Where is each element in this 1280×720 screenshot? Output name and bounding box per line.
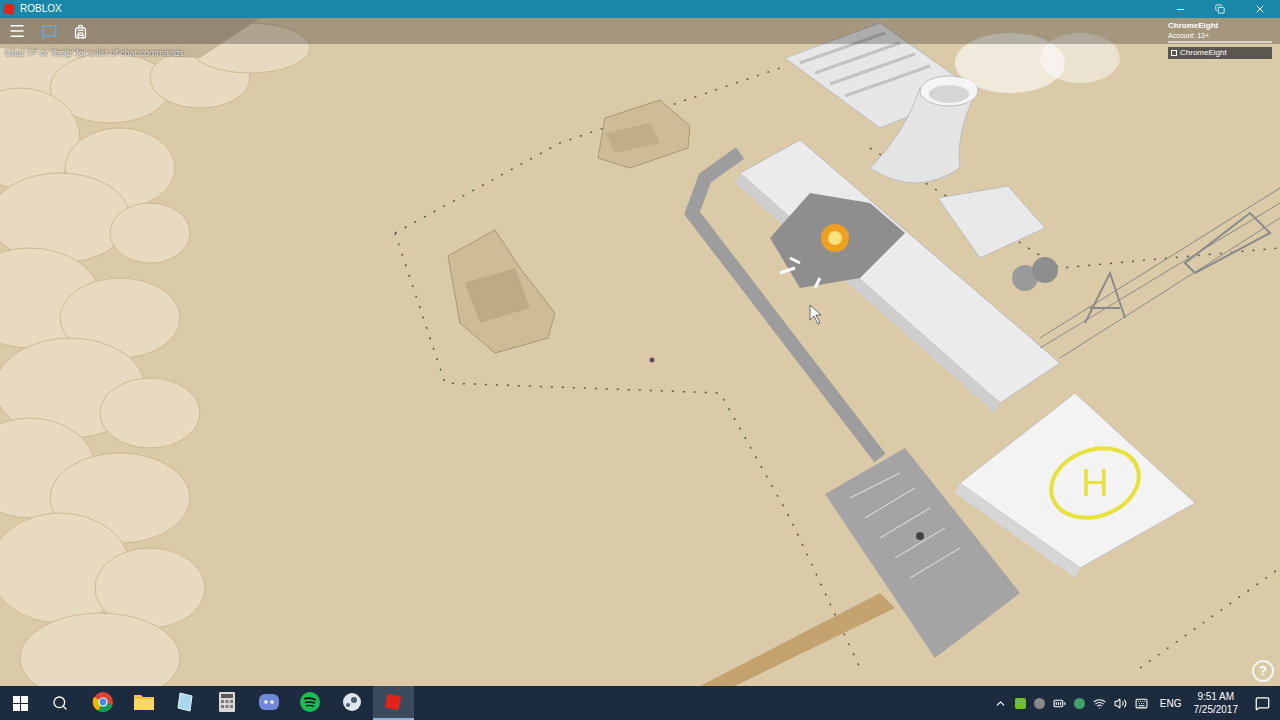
app-icon — [341, 691, 363, 713]
tray-app-icon[interactable] — [1015, 698, 1026, 709]
clock[interactable]: 9:51 AM7/25/2017 — [1188, 690, 1245, 716]
system-tray — [994, 697, 1154, 710]
app-logo-icon — [3, 3, 15, 15]
notification-icon — [1255, 696, 1270, 711]
chrome-icon — [92, 691, 114, 713]
window-title: ROBLOX — [20, 4, 62, 14]
taskbar-app[interactable] — [165, 686, 207, 720]
help-button[interactable]: ? — [1252, 660, 1274, 682]
clock-time: 9:51 AM — [1197, 690, 1234, 703]
taskbar-app[interactable] — [124, 686, 166, 720]
leaderboard-row[interactable]: ChromeEight — [1168, 47, 1272, 59]
explosion — [770, 193, 905, 288]
taskbar-app[interactable] — [331, 686, 373, 720]
title-bar: ROBLOX — [0, 0, 1280, 18]
account-panel: ChromeEightAccount: 13+ChromeEight — [1168, 21, 1272, 59]
chat-hint: Chat '/?' or '/help' for a list of chat … — [5, 47, 186, 61]
roblox-icon — [383, 692, 403, 712]
calculator-icon — [218, 691, 236, 713]
restore-button[interactable] — [1200, 4, 1240, 14]
game-viewport[interactable]: H Chat '/?' or '/help' for a list of chat… — [0, 18, 1280, 686]
keyboard-icon[interactable] — [1135, 697, 1148, 710]
wifi-icon[interactable] — [1093, 697, 1106, 710]
svg-text:H: H — [1081, 462, 1108, 504]
taskbar-app[interactable] — [373, 686, 415, 720]
taskbar-app[interactable] — [207, 686, 249, 720]
account-name: ChromeEight — [1168, 21, 1272, 31]
clock-date: 7/25/2017 — [1194, 703, 1239, 716]
tray-expand-icon[interactable] — [994, 697, 1007, 710]
tray-app-icon[interactable] — [1074, 698, 1085, 709]
start-button[interactable] — [0, 686, 40, 720]
tray-app-icon[interactable] — [1034, 698, 1045, 709]
taskbar: ENG9:51 AM7/25/2017 — [0, 686, 1280, 720]
screen: ROBLOX H Chat '/?' or '/help' for a list o… — [0, 0, 1280, 720]
discord-icon — [258, 691, 280, 713]
language-indicator[interactable]: ENG — [1154, 696, 1188, 711]
battery-icon[interactable] — [1053, 697, 1066, 710]
chat-icon[interactable] — [42, 24, 57, 39]
taskbar-app[interactable] — [82, 686, 124, 720]
backpack-icon[interactable] — [73, 24, 88, 39]
game-scene[interactable]: H — [0, 18, 1280, 686]
player-icon — [1171, 50, 1177, 56]
top-bar — [0, 18, 1280, 44]
close-button[interactable] — [1240, 3, 1280, 15]
account-age: Account: 13+ — [1168, 31, 1272, 40]
search-button[interactable] — [40, 686, 80, 720]
taskbar-app[interactable] — [290, 686, 332, 720]
minimize-button[interactable] — [1160, 4, 1200, 15]
app-icon — [176, 691, 196, 713]
rubble — [448, 100, 690, 353]
menu-icon[interactable] — [8, 22, 26, 40]
folder-icon — [133, 692, 155, 712]
volume-icon[interactable] — [1114, 697, 1127, 710]
windows-icon — [13, 696, 28, 711]
spotify-icon — [299, 691, 321, 713]
taskbar-app[interactable] — [248, 686, 290, 720]
notifications-button[interactable] — [1244, 686, 1280, 720]
